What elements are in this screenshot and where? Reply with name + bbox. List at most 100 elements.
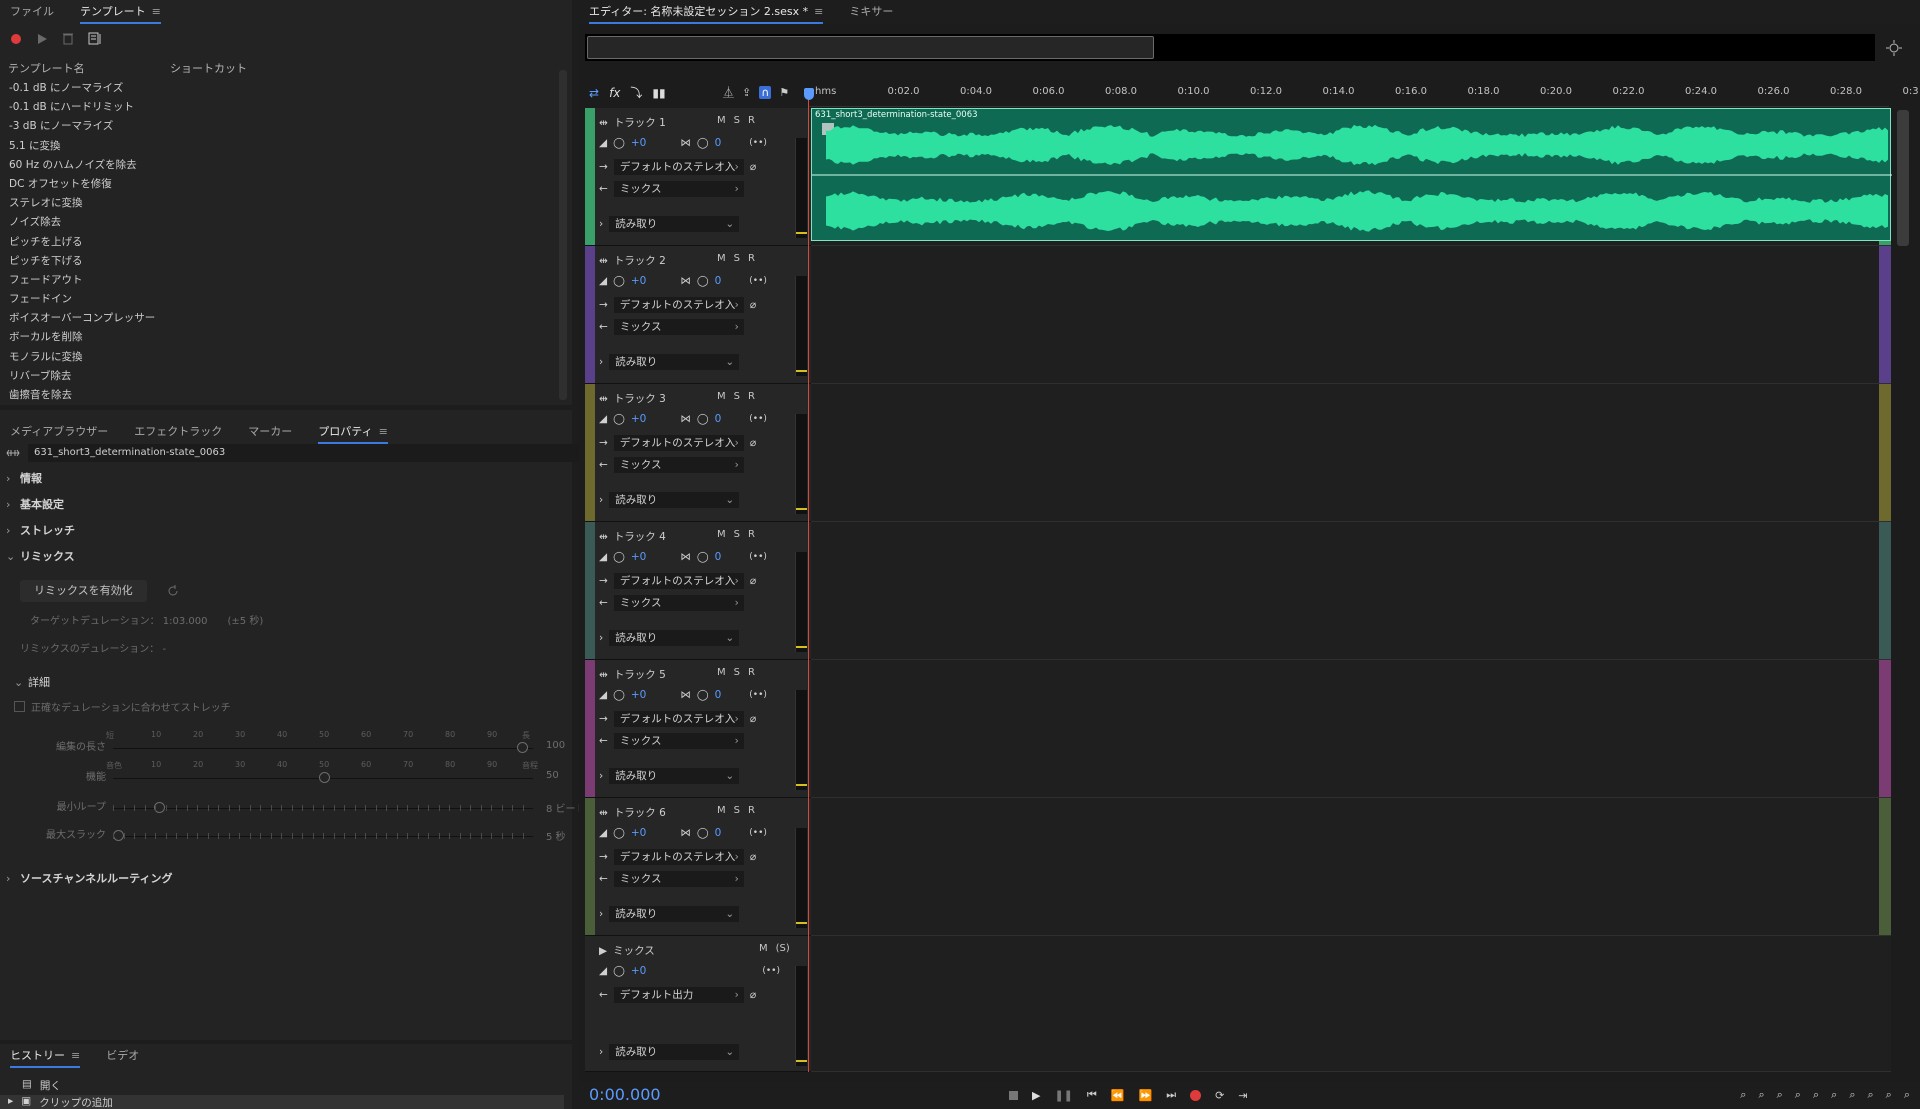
zoom-in-time-icon[interactable]: ⌕ — [1777, 1088, 1783, 1102]
zoom-full-icon[interactable]: ⌕ — [1831, 1088, 1837, 1102]
volume-knob[interactable]: ◯ — [613, 275, 625, 287]
batch-icon[interactable] — [88, 32, 102, 45]
time-ruler[interactable]: hms 0:02.0 0:04.0 0:06.0 0:08.0 0:10.0 0:12.0 0… — [809, 80, 1889, 107]
trash-icon[interactable] — [62, 32, 74, 45]
solo-button[interactable]: S — [734, 667, 740, 678]
stop-icon[interactable] — [1009, 1091, 1018, 1100]
output-select[interactable]: ミックス › — [614, 871, 744, 887]
zoom-out-time-icon[interactable]: ⌕ — [1795, 1088, 1801, 1102]
phase-icon[interactable]: ⌀ — [750, 575, 756, 587]
rewind-icon[interactable]: ⏪ — [1111, 1089, 1125, 1102]
input-select[interactable]: デフォルトのステレオ入 › — [614, 849, 744, 865]
template-item[interactable]: -3 dB にノーマライズ — [4, 117, 554, 136]
mute-button[interactable]: M — [717, 253, 726, 264]
fast-forward-icon[interactable]: ⏩ — [1139, 1089, 1153, 1102]
zoom-selection-icon[interactable]: ⌕ — [1849, 1088, 1855, 1102]
template-item[interactable]: -0.1 dB にノーマライズ — [4, 79, 554, 98]
stretch-exact-checkbox-row[interactable]: 正確なデュレーションに合わせてストレッチ — [14, 699, 231, 714]
volume-knob[interactable]: ◯ — [613, 551, 625, 563]
chevron-right-icon[interactable]: › — [599, 494, 603, 506]
automation-select[interactable]: 読み取り ⌄ — [609, 492, 739, 508]
track-handle-icon[interactable]: ⇹ — [599, 669, 608, 681]
chevron-right-icon[interactable]: › — [599, 356, 603, 368]
tab-properties[interactable]: プロパティ ≡ — [318, 420, 388, 444]
zoom-reset-icon[interactable]: ⌕ — [1886, 1088, 1892, 1102]
play-icon[interactable]: ▶ — [1032, 1089, 1040, 1102]
track-handle-icon[interactable]: ⇹ — [599, 807, 608, 819]
automation-select[interactable]: 読み取り ⌄ — [609, 1044, 739, 1060]
mute-button[interactable]: M — [717, 805, 726, 816]
record-icon[interactable] — [10, 33, 22, 45]
hamburger-icon[interactable]: ≡ — [152, 5, 161, 18]
template-item[interactable]: 5.1 に変換 — [4, 137, 554, 156]
solo-button[interactable]: S — [734, 253, 740, 264]
templates-scrollbar[interactable] — [559, 70, 567, 400]
track-name[interactable]: トラック 4 — [614, 529, 666, 544]
stereo-wide-icon[interactable]: (••) — [762, 966, 780, 976]
phase-icon[interactable]: ⌀ — [750, 713, 756, 725]
playhead-handle[interactable] — [804, 88, 814, 100]
chevron-right-icon[interactable]: › — [599, 1046, 603, 1058]
go-to-end-icon[interactable]: ⏭ — [1166, 1088, 1176, 1102]
zoom-settings-icon[interactable] — [1886, 40, 1902, 56]
solo-button[interactable]: S — [734, 115, 740, 126]
mute-button[interactable]: M — [759, 943, 768, 954]
template-item[interactable]: フェードイン — [4, 290, 554, 309]
output-select[interactable]: ミックス › — [614, 457, 744, 473]
slider-knob[interactable] — [113, 830, 124, 841]
pan-value[interactable]: 0 — [715, 689, 722, 701]
volume-value[interactable]: +0 — [631, 551, 646, 563]
volume-knob[interactable]: ◯ — [613, 827, 625, 839]
solo-button[interactable]: S — [734, 391, 740, 402]
phase-icon[interactable]: ⌀ — [750, 299, 756, 311]
arm-record-button[interactable]: R — [748, 253, 755, 264]
metronome-icon[interactable]: ⏅ — [723, 84, 734, 100]
track-lane[interactable] — [811, 246, 1891, 384]
zoom-navigator[interactable] — [585, 34, 1875, 61]
output-select[interactable]: ミックス › — [614, 181, 744, 197]
chevron-right-icon[interactable]: › — [599, 218, 603, 230]
automation-select[interactable]: 読み取り ⌄ — [609, 768, 739, 784]
tab-history[interactable]: ヒストリー ≡ — [10, 1044, 80, 1068]
tab-editor[interactable]: エディター: 名称未設定セッション 2.sesx * ≡ — [589, 0, 823, 24]
volume-value[interactable]: +0 — [631, 275, 646, 287]
volume-value[interactable]: +0 — [631, 137, 646, 149]
tab-effects-rack[interactable]: エフェクトラック — [134, 420, 222, 444]
phase-icon[interactable]: ⌀ — [750, 851, 756, 863]
track-lane[interactable] — [811, 798, 1891, 936]
stretch-exact-checkbox[interactable] — [14, 701, 25, 712]
stereo-wide-icon[interactable]: (••) — [749, 138, 767, 148]
volume-knob[interactable]: ◯ — [613, 689, 625, 701]
template-item[interactable]: DC オフセットを修復 — [4, 175, 554, 194]
export-icon[interactable]: ⇪ — [742, 86, 751, 99]
zoom-out-full-icon[interactable]: ⌕ — [1904, 1088, 1910, 1102]
automation-select[interactable]: 読み取り ⌄ — [609, 354, 739, 370]
track-handle-icon[interactable]: ⇹ — [599, 255, 608, 267]
volume-value[interactable]: +0 — [631, 689, 646, 701]
editor-scrollbar[interactable] — [1897, 110, 1909, 246]
tab-markers[interactable]: マーカー — [248, 420, 292, 444]
zoom-out-amplitude-icon[interactable]: ⌕ — [1758, 1088, 1764, 1102]
slider-knob[interactable] — [517, 742, 528, 753]
template-item[interactable]: ボーカルを削除 — [4, 328, 554, 347]
mute-button[interactable]: M — [717, 529, 726, 540]
zoom-in-point-icon[interactable]: ⌕ — [1813, 1088, 1819, 1102]
pan-value[interactable]: 0 — [715, 275, 722, 287]
loop-icon[interactable]: ⟳ — [1215, 1089, 1224, 1102]
input-select[interactable]: デフォルトのステレオ入 › — [614, 297, 744, 313]
arm-record-button[interactable]: R — [748, 667, 755, 678]
record-icon[interactable] — [1190, 1090, 1201, 1101]
track-name[interactable]: トラック 6 — [614, 805, 666, 820]
history-item[interactable]: ▤ 開く — [22, 1078, 61, 1093]
master-name[interactable]: ミックス — [613, 943, 655, 958]
history-item[interactable]: ▸ ▣ クリップの追加 — [0, 1095, 564, 1109]
output-select[interactable]: ミックス › — [614, 733, 744, 749]
stereo-wide-icon[interactable]: (••) — [749, 414, 767, 424]
snap-icon[interactable]: ∩ — [759, 86, 771, 99]
track-handle-icon[interactable]: ⇹ — [599, 393, 608, 405]
solo-button[interactable]: S — [734, 529, 740, 540]
volume-knob[interactable]: ◯ — [613, 965, 625, 977]
zoom-in-and-out-icon[interactable]: ⌕ — [1867, 1088, 1873, 1102]
pan-knob[interactable]: ◯ — [697, 689, 709, 701]
template-item[interactable]: ピッチを下げる — [4, 252, 554, 271]
